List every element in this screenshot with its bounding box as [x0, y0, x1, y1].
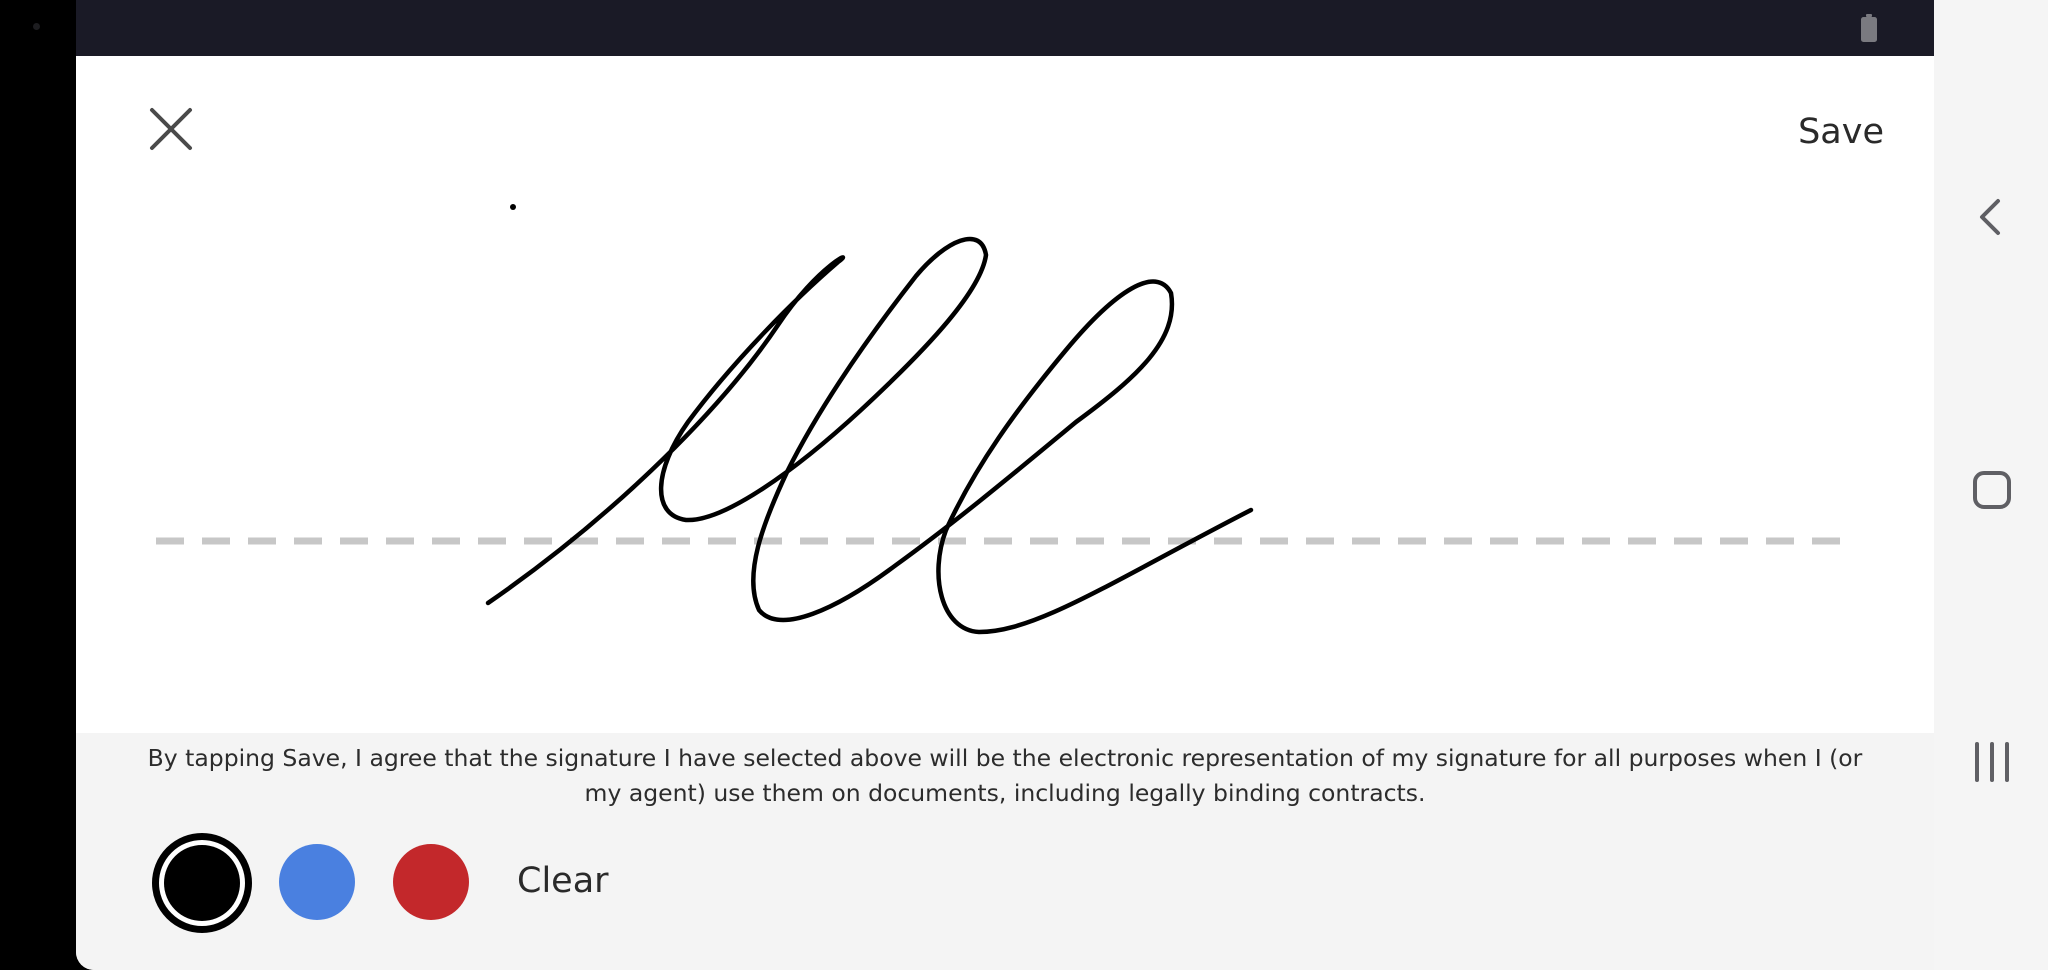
color-swatch-black-selected[interactable]: [152, 833, 252, 933]
color-swatch-blue[interactable]: [279, 844, 355, 920]
device-screen: Save By tapping Save, I agree that the s…: [0, 0, 2048, 970]
signature-footer: By tapping Save, I agree that the signat…: [76, 733, 1934, 970]
recents-icon: [1975, 742, 2009, 782]
color-swatch-red[interactable]: [393, 844, 469, 920]
close-icon: [150, 108, 192, 150]
signature-capture-screen: Save By tapping Save, I agree that the s…: [76, 0, 1934, 970]
signature-pad[interactable]: [76, 190, 1934, 733]
back-button[interactable]: [1970, 195, 2014, 239]
signature-stroke: [485, 236, 1254, 635]
back-chevron-icon: [1980, 199, 2000, 235]
camera-dot: [33, 23, 40, 30]
color-swatch-black-fill: [164, 845, 240, 921]
recents-button[interactable]: [1970, 740, 2014, 784]
battery-icon: [1861, 14, 1877, 42]
home-square-icon: [1973, 471, 2011, 509]
left-bezel: [0, 0, 76, 970]
signature-dot: [510, 204, 516, 210]
close-button[interactable]: [146, 104, 196, 154]
clear-button[interactable]: Clear: [517, 855, 609, 907]
status-bar: [76, 0, 1934, 56]
save-button[interactable]: Save: [1798, 106, 1884, 158]
home-button[interactable]: [1970, 468, 2014, 512]
legal-disclaimer: By tapping Save, I agree that the signat…: [147, 744, 1863, 807]
system-nav-bar: [1934, 0, 2048, 970]
